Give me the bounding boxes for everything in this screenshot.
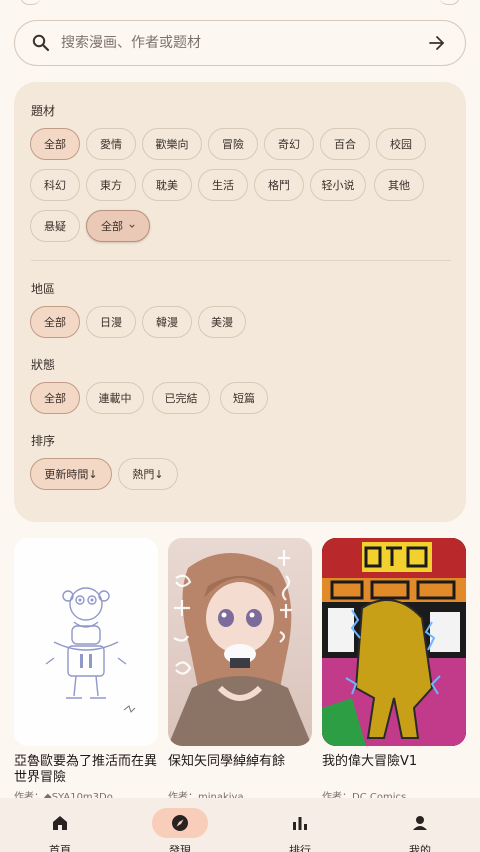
chevron-down-icon: [129, 224, 135, 228]
genre-chip-all[interactable]: 全部: [30, 128, 80, 160]
genre-chip-comedy[interactable]: 歡樂向: [142, 128, 202, 160]
genre-chip-touhou[interactable]: 東方: [86, 169, 136, 201]
status-bar-edge: [0, 0, 480, 6]
genre-chip-romance[interactable]: 愛情: [86, 128, 136, 160]
genre-more-dropdown[interactable]: 全部: [86, 210, 150, 242]
comic-card[interactable]: [322, 538, 466, 746]
nav-item-profile[interactable]: 我的: [360, 798, 480, 852]
genre-chip-other[interactable]: 其他: [374, 169, 424, 201]
filter-panel: 題材 全部 愛情 歡樂向 冒險 奇幻 百合 校园 科幻 東方 耽美 生活 格鬥 …: [14, 82, 466, 522]
search-bar[interactable]: [14, 20, 466, 66]
nav-label-discover: 發現: [169, 844, 191, 852]
comic-title[interactable]: 亞魯歐要為了推活而在異世界冒險: [14, 754, 160, 786]
genre-chip-martial-arts[interactable]: 格鬥: [254, 169, 304, 201]
comic-author: 作者：◆SYA10m3Do: [14, 792, 113, 798]
sort-chip-updated[interactable]: 更新時間↓: [30, 458, 112, 490]
comic-cover-image: [14, 538, 158, 746]
nav-icon-wrap: [270, 808, 330, 838]
comic-author: 作者：minakiya: [168, 792, 244, 798]
nav-icon-wrap: [390, 808, 450, 838]
search-input[interactable]: [61, 29, 421, 57]
home-icon: [53, 816, 67, 830]
search-icon: [32, 34, 50, 52]
region-chip-us[interactable]: 美漫: [198, 306, 246, 338]
genre-more-label: 全部: [101, 220, 123, 233]
nav-item-ranking[interactable]: 排行: [240, 798, 360, 852]
comic-card[interactable]: [14, 538, 158, 746]
arrow-right-icon[interactable]: [427, 33, 447, 53]
person-icon: [413, 816, 427, 830]
status-label: 狀態: [31, 358, 56, 372]
compass-icon: [172, 815, 188, 831]
genre-chip-slice-of-life[interactable]: 生活: [198, 169, 248, 201]
genre-chip-adventure[interactable]: 冒險: [208, 128, 258, 160]
genre-chip-yuri[interactable]: 百合: [320, 128, 370, 160]
region-chip-all[interactable]: 全部: [30, 306, 80, 338]
nav-label-home: 首頁: [49, 844, 71, 852]
genre-chip-fantasy[interactable]: 奇幻: [264, 128, 314, 160]
status-chip-ongoing[interactable]: 連載中: [86, 382, 144, 414]
comic-author: 作者：DC Comics: [322, 792, 407, 798]
genre-chip-mystery[interactable]: 悬疑: [30, 210, 80, 242]
nav-item-home[interactable]: 首頁: [0, 798, 120, 852]
region-chip-japan[interactable]: 日漫: [86, 306, 136, 338]
status-chip-all[interactable]: 全部: [30, 382, 80, 414]
comic-cover-image: [168, 538, 312, 746]
genre-chip-light-novel[interactable]: 轻小说: [310, 169, 366, 201]
region-chip-korea[interactable]: 韓漫: [142, 306, 192, 338]
sort-chip-popular[interactable]: 熱門↓: [118, 458, 178, 490]
sort-label: 排序: [31, 434, 56, 448]
status-chip-completed[interactable]: 已完結: [152, 382, 210, 414]
nav-icon-wrap: [30, 808, 90, 838]
comic-card[interactable]: [168, 538, 312, 746]
nav-item-discover[interactable]: 發現: [120, 798, 240, 852]
bottom-nav: 首頁 發現 排行 我的: [0, 798, 480, 852]
bar-chart-icon: [293, 817, 307, 830]
genre-chip-scifi[interactable]: 科幻: [30, 169, 80, 201]
genre-chip-bl[interactable]: 耽美: [142, 169, 192, 201]
nav-icon-wrap-active: [152, 808, 208, 838]
nav-label-ranking: 排行: [289, 844, 311, 852]
region-label: 地區: [31, 282, 56, 296]
comic-cover-image: [322, 538, 466, 746]
genre-label: 題材: [31, 104, 56, 118]
divider: [31, 260, 451, 261]
nav-label-profile: 我的: [409, 844, 431, 852]
comic-title[interactable]: 我的偉大冒險V1: [322, 754, 468, 770]
status-chip-oneshot[interactable]: 短篇: [220, 382, 268, 414]
comic-title[interactable]: 保知矢同學綽綽有餘: [168, 754, 314, 770]
genre-chip-school[interactable]: 校园: [376, 128, 426, 160]
